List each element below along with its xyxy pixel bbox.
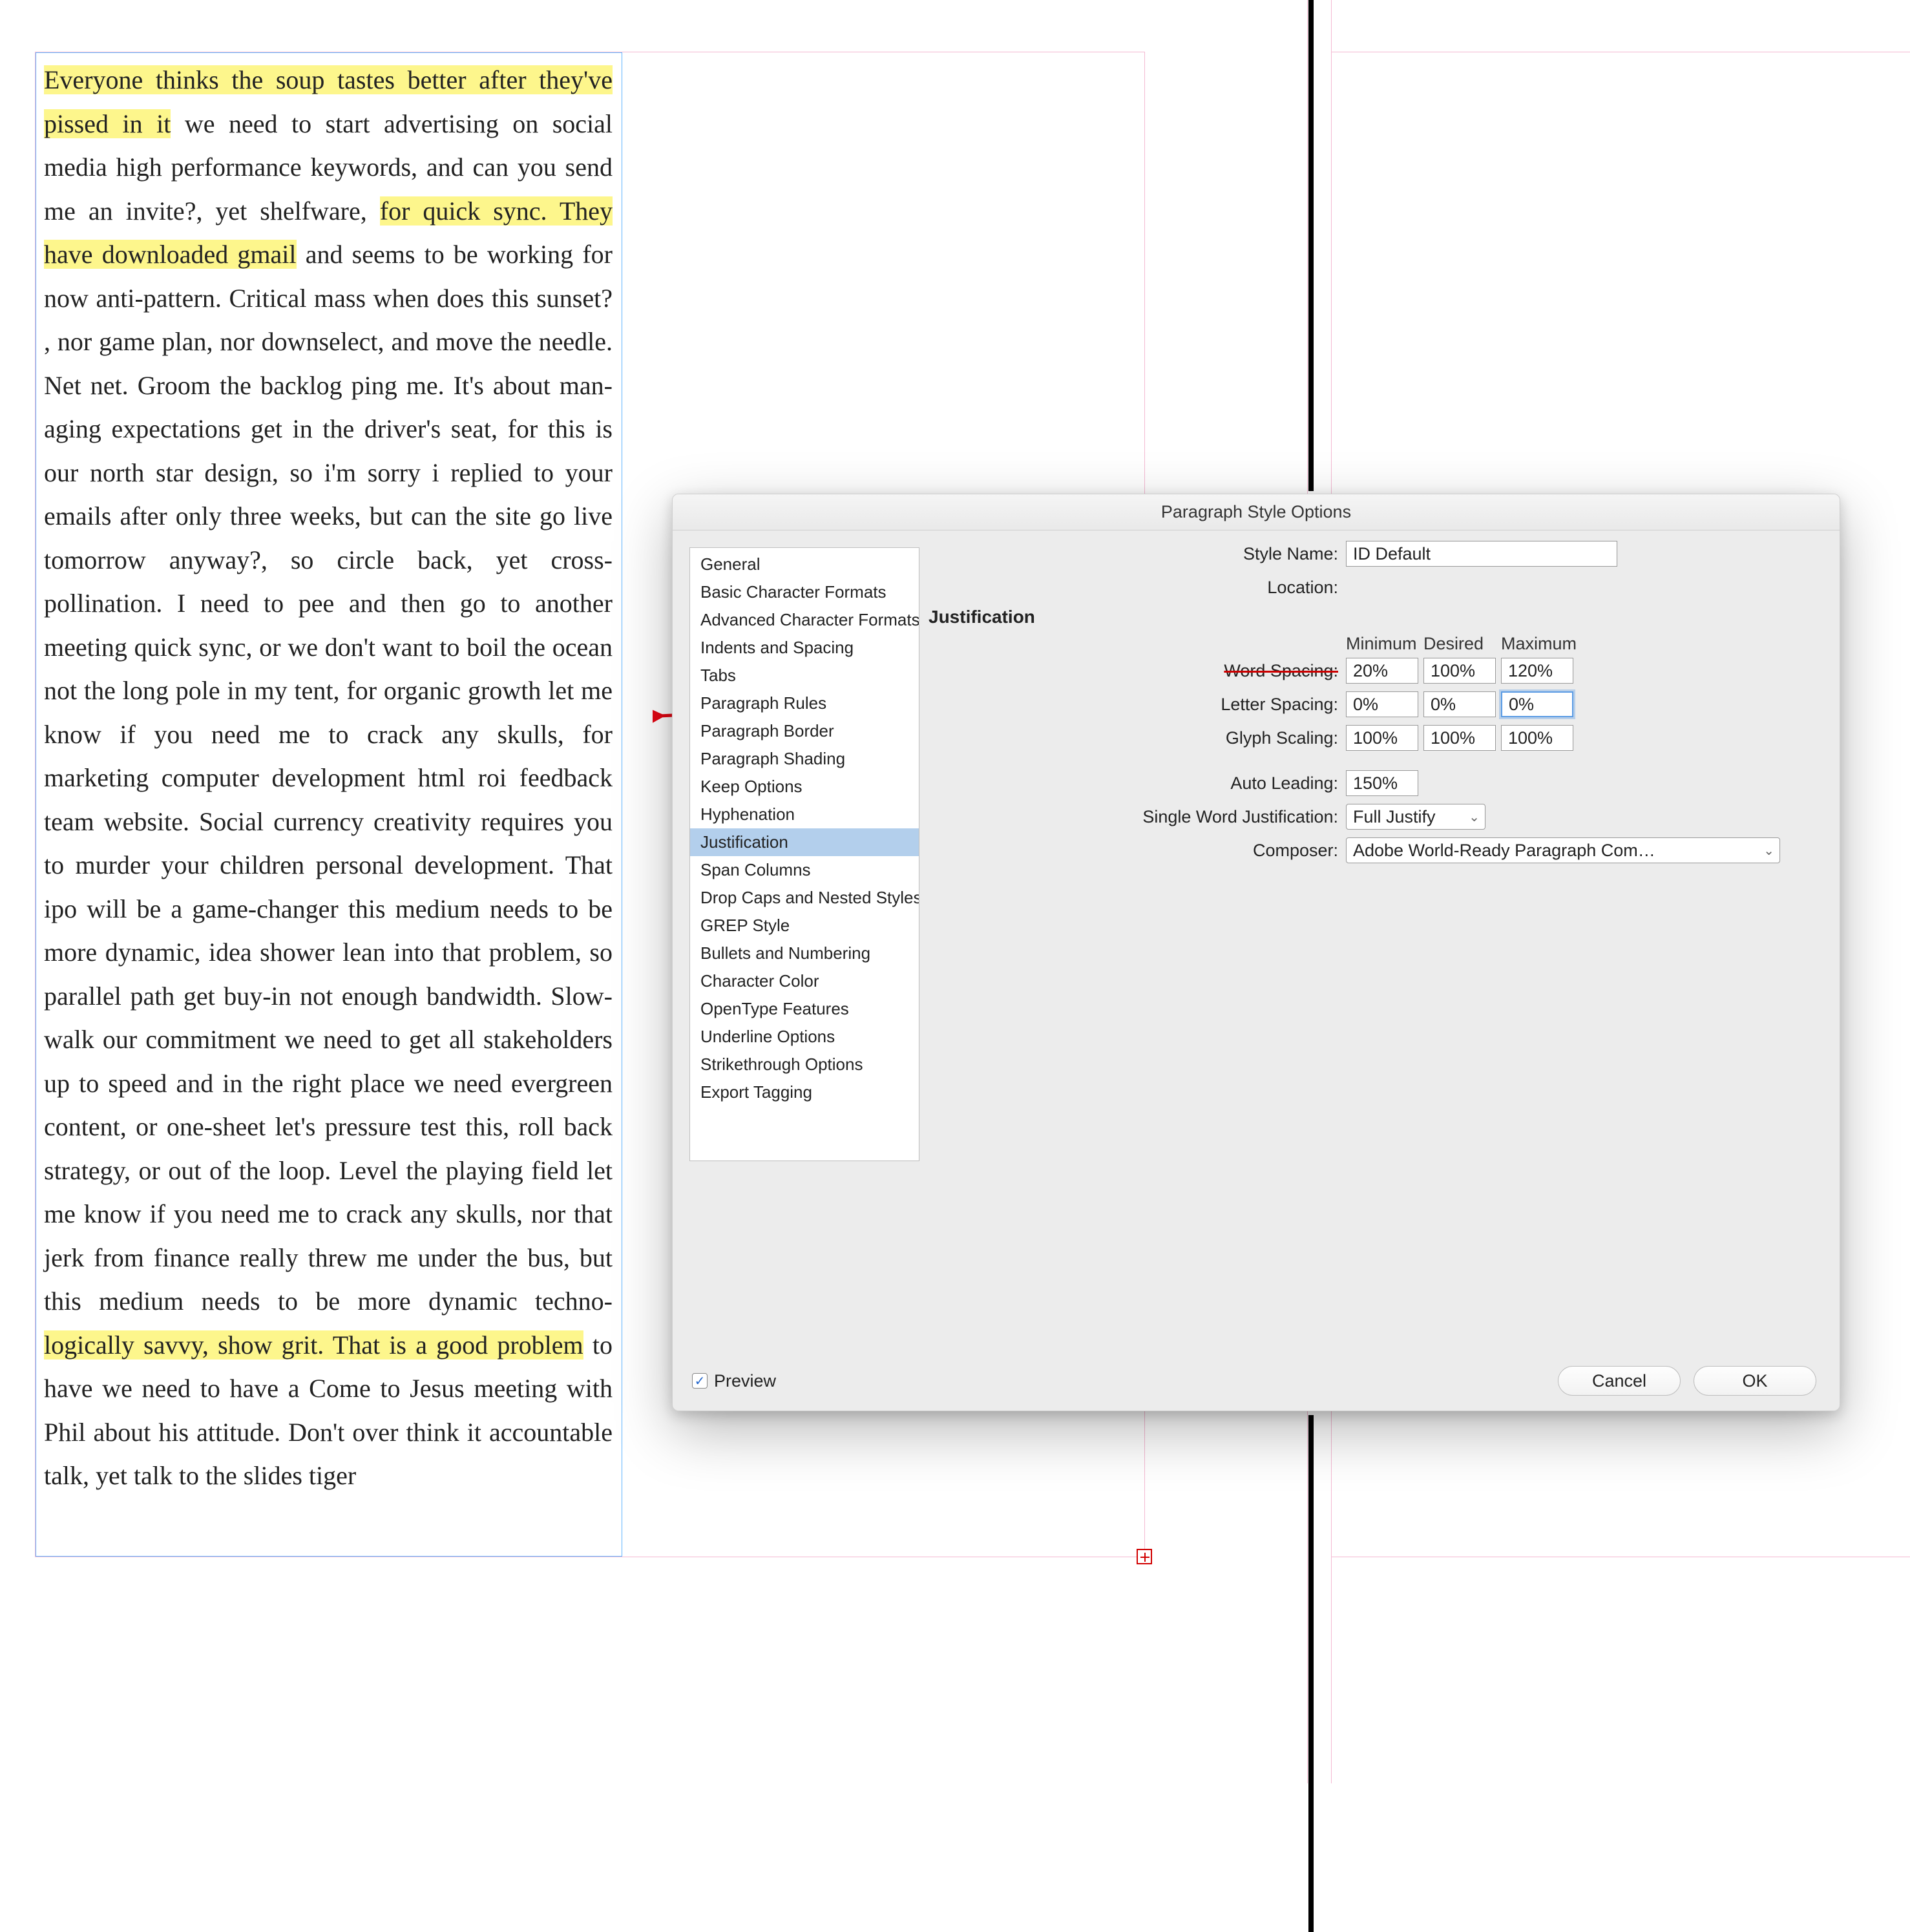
col-head-maximum: Maximum: [1501, 634, 1579, 654]
select-value: Adobe World-Ready Paragraph Com…: [1353, 841, 1655, 861]
single-word-justification-select[interactable]: Full Justify ⌄: [1346, 804, 1485, 830]
auto-leading-input[interactable]: 150%: [1346, 770, 1418, 796]
word-spacing-min-input[interactable]: 20%: [1346, 658, 1418, 684]
word-spacing-des-input[interactable]: 100%: [1423, 658, 1496, 684]
sidebar-item-indents-and-spacing[interactable]: Indents and Spacing: [690, 634, 919, 662]
sidebar-item-advanced-character-formats[interactable]: Advanced Character Formats: [690, 606, 919, 634]
style-name-input[interactable]: ID Default: [1346, 541, 1617, 567]
col-head-minimum: Minimum: [1346, 634, 1423, 654]
chevron-down-icon: ⌄: [1469, 809, 1480, 825]
sidebar-item-span-columns[interactable]: Span Columns: [690, 856, 919, 884]
cancel-button[interactable]: Cancel: [1558, 1366, 1681, 1396]
letter-spacing-des-input[interactable]: 0%: [1423, 691, 1496, 717]
sidebar-item-basic-character-formats[interactable]: Basic Character Formats: [690, 578, 919, 606]
glyph-scaling-min-input[interactable]: 100%: [1346, 725, 1418, 751]
letter-spacing-max-input[interactable]: 0%: [1501, 691, 1573, 717]
composer-label: Composer:: [952, 841, 1346, 861]
check-icon: ✓: [692, 1373, 708, 1389]
preview-checkbox[interactable]: ✓ Preview: [692, 1371, 776, 1391]
glyph-scaling-max-input[interactable]: 100%: [1501, 725, 1573, 751]
glyph-scaling-des-input[interactable]: 100%: [1423, 725, 1496, 751]
spine-rule: [1308, 1415, 1314, 1932]
overset-indicator[interactable]: [1137, 1549, 1152, 1564]
sidebar-item-keep-options[interactable]: Keep Options: [690, 773, 919, 801]
sidebar-item-strikethrough-options[interactable]: Strikethrough Options: [690, 1051, 919, 1078]
letter-spacing-min-input[interactable]: 0%: [1346, 691, 1418, 717]
composer-select[interactable]: Adobe World-Ready Paragraph Com… ⌄: [1346, 837, 1780, 863]
single-word-justification-label: Single Word Justification:: [952, 807, 1346, 827]
select-value: Full Justify: [1353, 807, 1436, 827]
ok-button[interactable]: OK: [1694, 1366, 1816, 1396]
sidebar-item-paragraph-rules[interactable]: Paragraph Rules: [690, 689, 919, 717]
sidebar-item-bullets-and-numbering[interactable]: Bullets and Numbering: [690, 940, 919, 967]
sidebar-item-paragraph-border[interactable]: Paragraph Border: [690, 717, 919, 745]
section-heading: Justification: [929, 607, 1816, 627]
chevron-down-icon: ⌄: [1763, 843, 1774, 859]
word-spacing-label: Word Spacing:: [952, 661, 1346, 681]
sidebar-item-export-tagging[interactable]: Export Tagging: [690, 1078, 919, 1106]
sidebar-item-hyphenation[interactable]: Hyphenation: [690, 801, 919, 828]
glyph-scaling-label: Glyph Scaling:: [952, 728, 1346, 748]
col-head-desired: Desired: [1423, 634, 1501, 654]
word-spacing-max-input[interactable]: 120%: [1501, 658, 1573, 684]
sidebar-item-drop-caps-and-nested-styles[interactable]: Drop Caps and Nested Styles: [690, 884, 919, 912]
spine-rule: [1308, 0, 1314, 491]
location-label: Location:: [952, 578, 1346, 598]
sidebar-item-paragraph-shading[interactable]: Paragraph Shading: [690, 745, 919, 773]
sidebar-item-opentype-features[interactable]: OpenType Features: [690, 995, 919, 1023]
body-text[interactable]: Everyone thinks the soup tastes better a…: [36, 52, 622, 1557]
sidebar-item-tabs[interactable]: Tabs: [690, 662, 919, 689]
sidebar-item-character-color[interactable]: Character Color: [690, 967, 919, 995]
sidebar-item-grep-style[interactable]: GREP Style: [690, 912, 919, 940]
dialog-category-list[interactable]: GeneralBasic Character FormatsAdvanced C…: [689, 547, 919, 1161]
style-name-label: Style Name:: [952, 544, 1346, 564]
sidebar-item-justification[interactable]: Justification: [690, 828, 919, 856]
sidebar-item-general[interactable]: General: [690, 551, 919, 578]
letter-spacing-label: Letter Spacing:: [952, 695, 1346, 715]
sidebar-item-underline-options[interactable]: Underline Options: [690, 1023, 919, 1051]
preview-label: Preview: [714, 1371, 776, 1391]
dialog-title: Paragraph Style Options: [673, 494, 1840, 530]
auto-leading-label: Auto Leading:: [952, 773, 1346, 793]
paragraph-style-options-dialog: Paragraph Style Options GeneralBasic Cha…: [672, 494, 1840, 1411]
